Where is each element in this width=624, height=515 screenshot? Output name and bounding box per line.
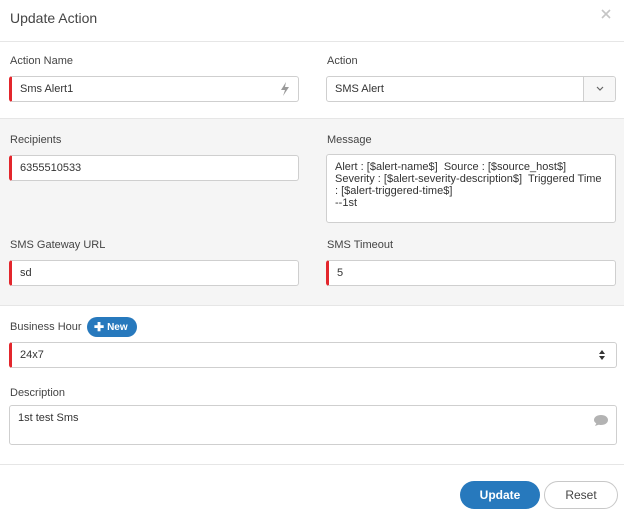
action-name-value: Sms Alert1 bbox=[20, 83, 74, 95]
message-label: Message bbox=[327, 134, 372, 146]
action-label: Action bbox=[327, 55, 358, 67]
business-hour-value: 24x7 bbox=[20, 349, 44, 361]
new-button-label: New bbox=[107, 321, 128, 333]
action-dropdown-button[interactable] bbox=[583, 77, 615, 101]
sms-gateway-url-value: sd bbox=[20, 267, 32, 279]
sms-timeout-value: 5 bbox=[337, 267, 344, 279]
recipients-field[interactable]: 6355510533 bbox=[9, 155, 299, 181]
comment-icon bbox=[594, 415, 608, 426]
action-select[interactable]: SMS Alert bbox=[326, 76, 616, 102]
recipients-value: 6355510533 bbox=[20, 162, 82, 174]
sort-icon bbox=[599, 350, 605, 360]
update-button[interactable]: Update bbox=[460, 481, 540, 509]
bolt-icon bbox=[281, 82, 289, 96]
business-hour-select[interactable]: 24x7 bbox=[9, 342, 617, 368]
message-textarea[interactable]: Alert : [$alert-name$] Source : [$source… bbox=[326, 154, 616, 223]
action-name-field[interactable]: Sms Alert1 bbox=[9, 76, 299, 102]
reset-button[interactable]: Reset bbox=[544, 481, 618, 509]
action-value: SMS Alert bbox=[335, 83, 384, 95]
plus-icon: ✚ bbox=[94, 320, 105, 334]
sms-timeout-field[interactable]: 5 bbox=[326, 260, 616, 286]
message-value: Alert : [$alert-name$] Source : [$source… bbox=[335, 161, 602, 209]
section-divider bbox=[0, 305, 624, 306]
description-value: 1st test Sms bbox=[18, 412, 79, 424]
chevron-down-icon bbox=[596, 86, 603, 91]
action-name-label: Action Name bbox=[10, 55, 73, 67]
dialog-title: Update Action bbox=[10, 10, 98, 26]
sms-timeout-label: SMS Timeout bbox=[327, 239, 394, 251]
dialog-header: Update Action bbox=[0, 0, 624, 42]
dialog-footer: Update Reset bbox=[0, 464, 624, 515]
business-hour-label: Business Hour bbox=[10, 321, 82, 333]
description-label: Description bbox=[10, 387, 66, 399]
update-action-dialog: Update Action Action Name Sms Alert1 Act… bbox=[0, 0, 624, 515]
sms-gateway-url-label: SMS Gateway URL bbox=[10, 239, 106, 251]
close-icon[interactable] bbox=[598, 8, 614, 24]
new-business-hour-button[interactable]: ✚ New bbox=[87, 317, 137, 337]
recipients-label: Recipients bbox=[10, 134, 62, 146]
description-textarea[interactable]: 1st test Sms bbox=[9, 405, 617, 445]
sms-gateway-url-field[interactable]: sd bbox=[9, 260, 299, 286]
